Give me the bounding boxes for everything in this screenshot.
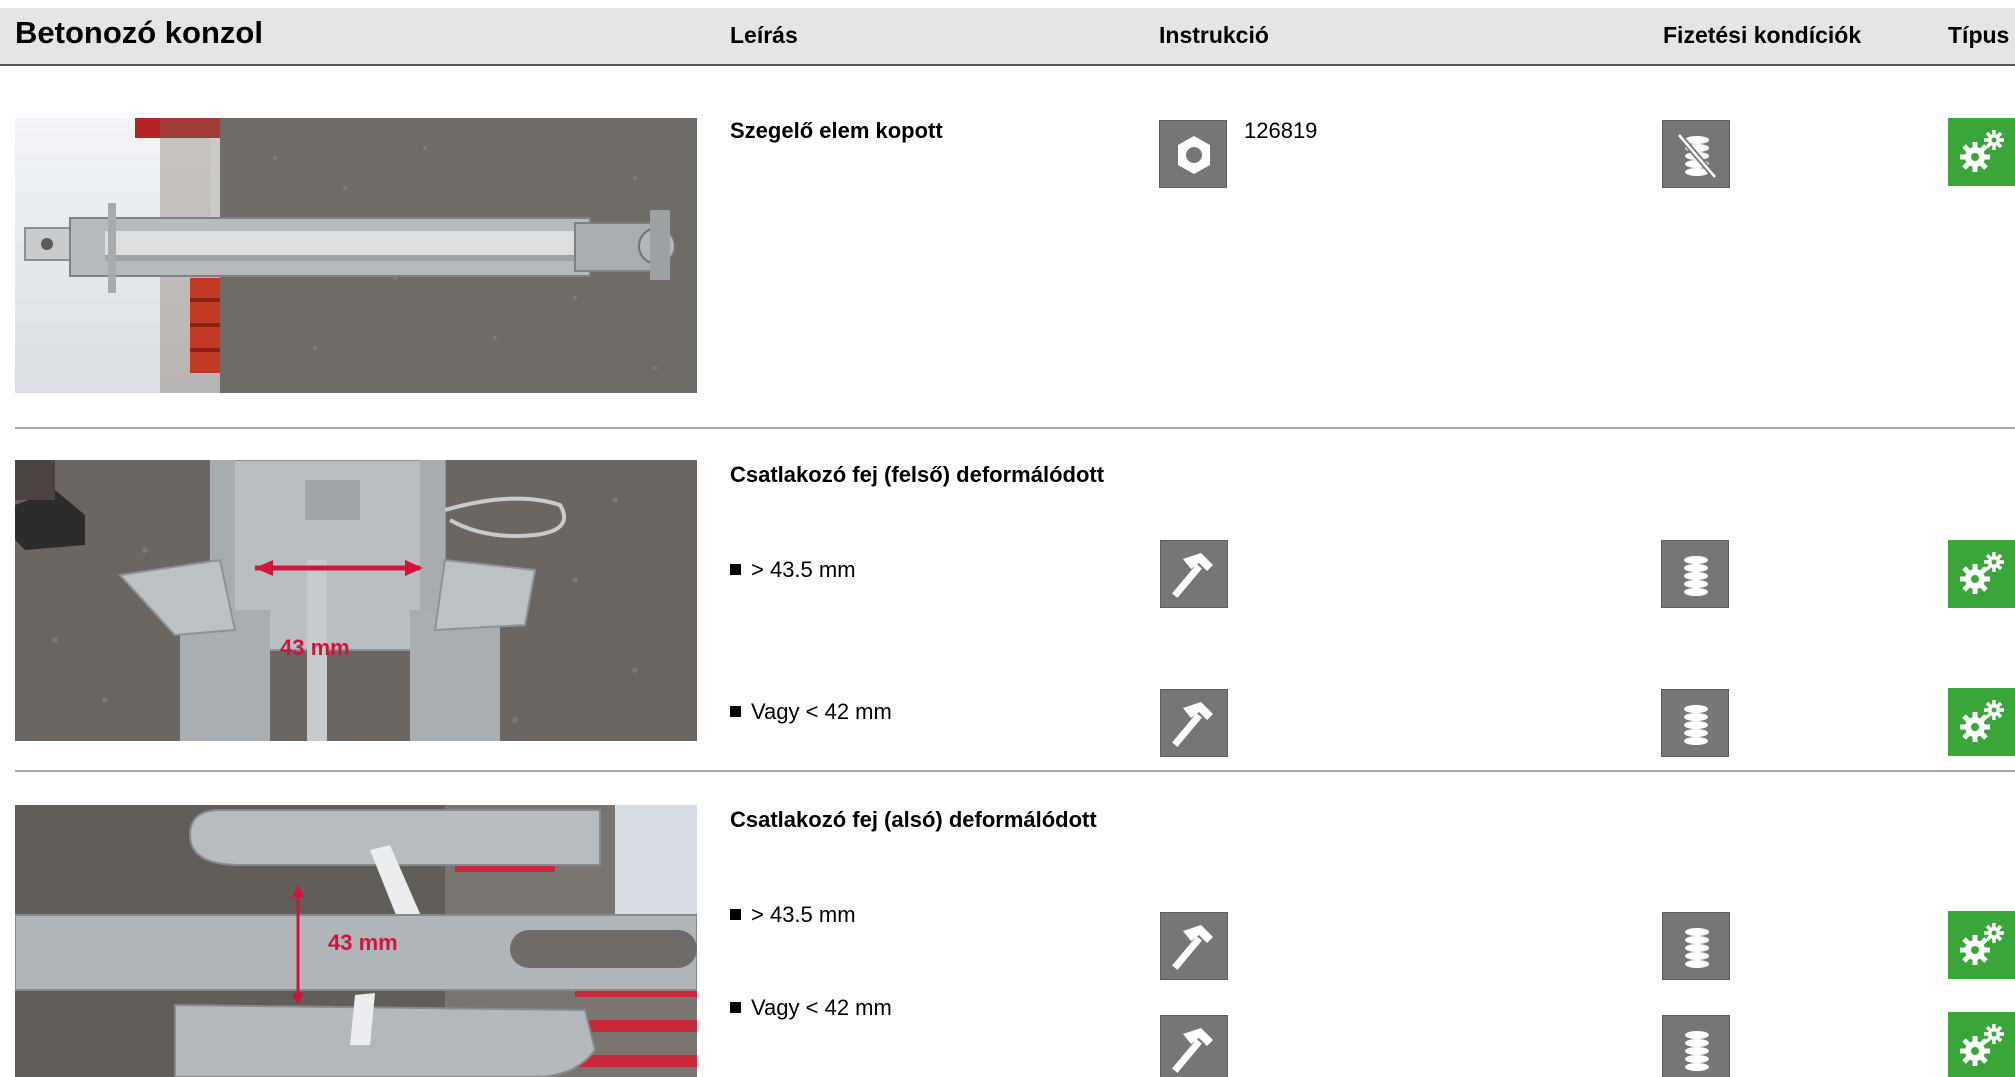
column-header-instrukcio: Instrukció: [1159, 22, 1269, 48]
page: Betonozó konzol Leírás Instrukció Fizeté…: [0, 0, 2015, 1077]
hammer-icon: [1160, 540, 1228, 608]
row-3-photo: 43 mm: [15, 805, 697, 1077]
coins-icon: [1662, 1015, 1730, 1077]
row-2-item-1: > 43.5 mm: [730, 557, 856, 583]
row-2-item-1-text: > 43.5 mm: [751, 557, 856, 582]
page-title: Betonozó konzol: [15, 15, 263, 50]
row-separator: [15, 427, 2015, 429]
row-3-item-1: > 43.5 mm: [730, 902, 856, 928]
column-header-fizetesi: Fizetési kondíciók: [1663, 22, 1862, 48]
bullet-square: [730, 706, 741, 717]
gears-icon: [1948, 1012, 2015, 1077]
row-2-photo: 43 mm: [15, 460, 697, 741]
column-header-leiras: Leírás: [730, 22, 798, 48]
bullet-square: [730, 909, 741, 920]
row-1-title: Szegelő elem kopott: [730, 118, 943, 143]
coins-crossed-icon: [1662, 120, 1730, 188]
hammer-icon: [1160, 689, 1228, 757]
hammer-icon: [1160, 912, 1228, 980]
article-code: 126819: [1244, 118, 1318, 143]
row-separator: [15, 770, 2015, 772]
row-3-item-2-text: Vagy < 42 mm: [751, 995, 892, 1020]
gears-icon: [1948, 540, 2015, 608]
row-2-item-2: Vagy < 42 mm: [730, 699, 892, 725]
bullet-square: [730, 1002, 741, 1013]
gears-icon: [1948, 688, 2015, 756]
row-3-item-1-text: > 43.5 mm: [751, 902, 856, 927]
bullet-square: [730, 564, 741, 575]
gears-icon: [1948, 118, 2015, 186]
coins-icon: [1661, 540, 1729, 608]
row-3-photo-measure-label: 43 mm: [328, 930, 398, 955]
row-2-photo-measure-label: 43 mm: [280, 635, 350, 660]
row-2-title: Csatlakozó fej (felső) deformálódott: [730, 462, 1105, 487]
column-header-tipus: Típus: [1948, 22, 2010, 48]
coins-icon: [1662, 912, 1730, 980]
row-1-photo: [15, 118, 697, 393]
coins-icon: [1661, 689, 1729, 757]
hammer-icon: [1160, 1015, 1228, 1077]
table-header: Betonozó konzol Leírás Instrukció Fizeté…: [0, 8, 2015, 66]
nut-icon: [1159, 120, 1227, 188]
gears-icon: [1948, 911, 2015, 979]
row-2-item-2-text: Vagy < 42 mm: [751, 699, 892, 724]
row-3-item-2: Vagy < 42 mm: [730, 995, 892, 1021]
row-3-title: Csatlakozó fej (alsó) deformálódott: [730, 807, 1097, 832]
